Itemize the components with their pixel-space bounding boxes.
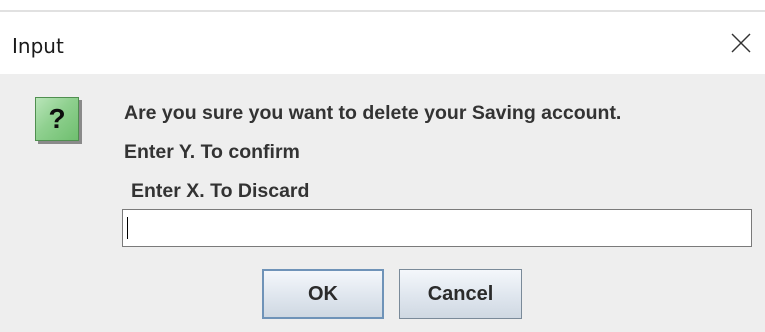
message-line-3: Enter X. To Discard [131, 180, 310, 202]
question-glyph: ? [48, 103, 66, 134]
input-field[interactable] [122, 209, 752, 247]
message-line-2: Enter Y. To confirm [124, 141, 300, 163]
question-icon: ? [35, 97, 79, 141]
ok-button[interactable]: OK [262, 269, 384, 319]
close-icon [731, 33, 751, 53]
title-bar[interactable]: Input [0, 12, 765, 74]
message-line-1: Are you sure you want to delete your Sav… [124, 102, 622, 124]
dialog-title: Input [12, 34, 64, 58]
text-caret [127, 217, 128, 239]
dialog-content: ? Are you sure you want to delete your S… [0, 74, 765, 332]
cancel-button[interactable]: Cancel [399, 269, 522, 319]
close-button[interactable] [726, 28, 756, 58]
